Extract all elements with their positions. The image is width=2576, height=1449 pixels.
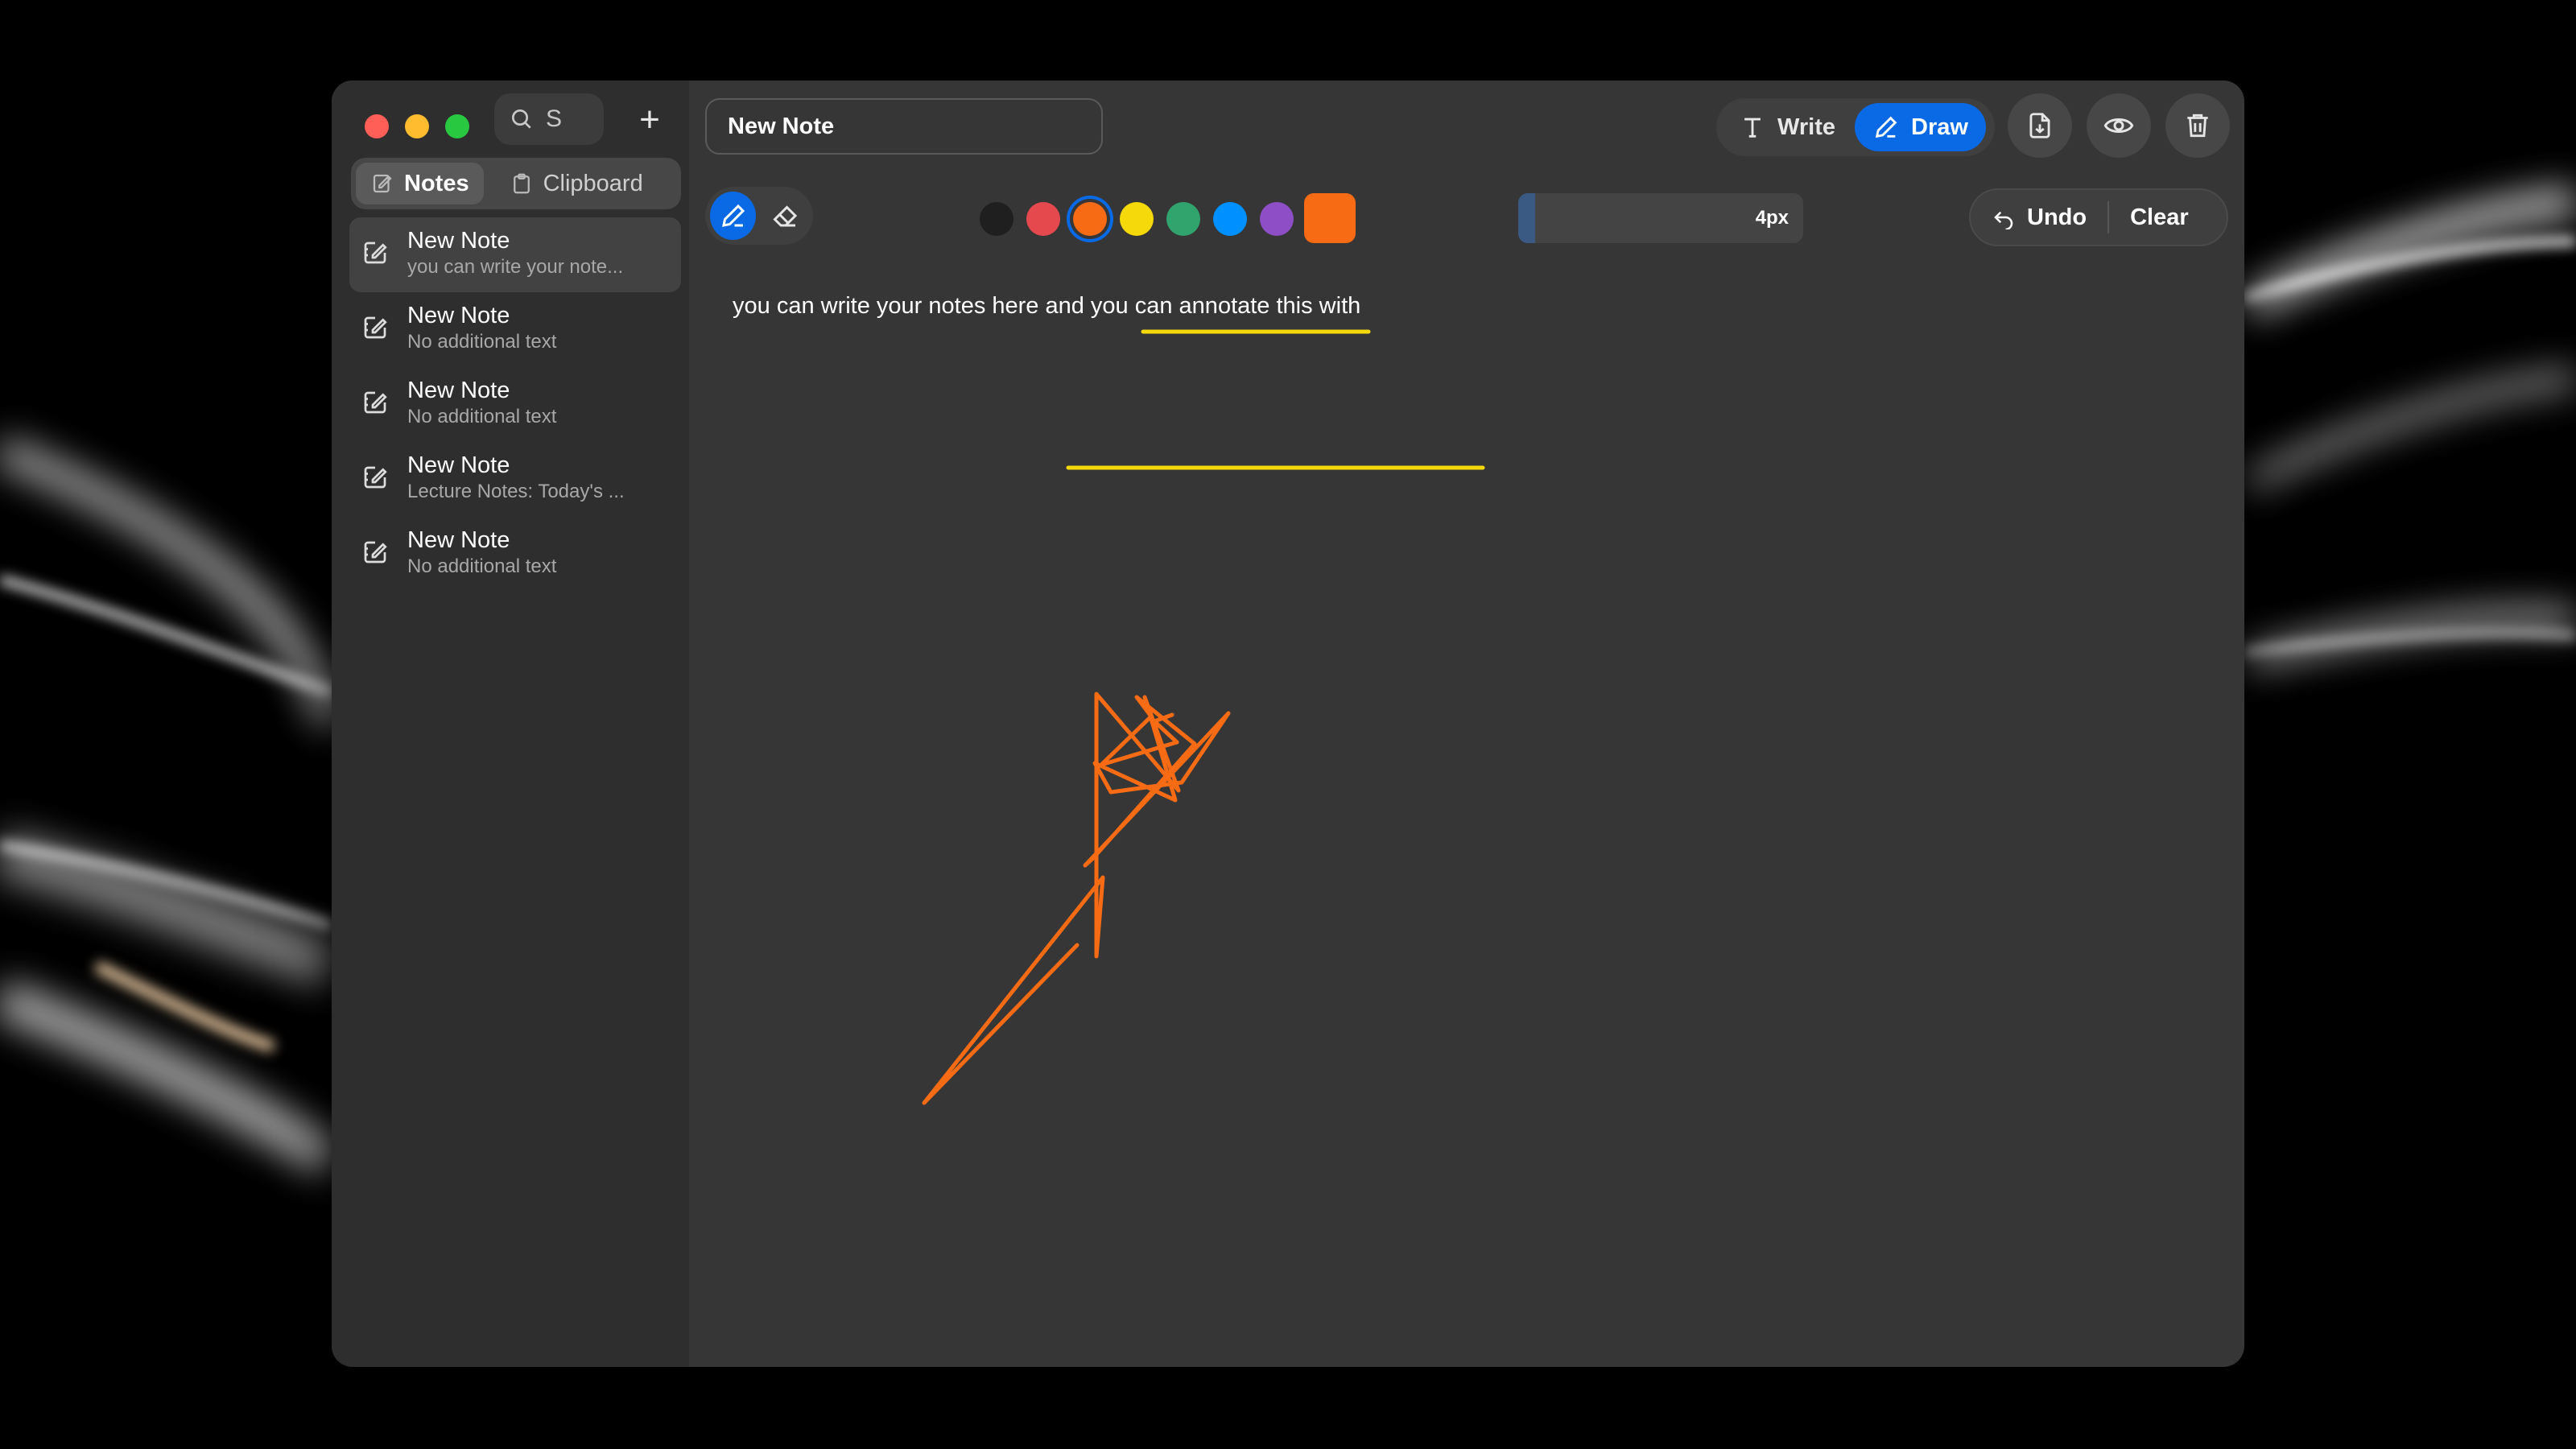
note-icon bbox=[364, 391, 387, 414]
note-preview: No additional text bbox=[407, 555, 557, 577]
color-swatch[interactable] bbox=[1260, 202, 1294, 236]
ink-stroke-scribble bbox=[922, 691, 1231, 1105]
color-swatch[interactable] bbox=[1073, 202, 1107, 236]
draw-mode-button[interactable]: Draw bbox=[1855, 103, 1986, 151]
note-preview: Lecture Notes: Today's ... bbox=[407, 481, 625, 502]
sidebar-tabs: Notes Clipboard bbox=[351, 158, 681, 209]
search-icon bbox=[512, 109, 531, 129]
search-input[interactable]: S bbox=[494, 93, 604, 145]
color-swatch[interactable] bbox=[1166, 202, 1200, 236]
note-title: New Note bbox=[407, 228, 510, 254]
note-body-text[interactable]: you can write your notes here and you ca… bbox=[733, 293, 1360, 320]
close-window-button[interactable] bbox=[365, 114, 389, 138]
note-title: New Note bbox=[407, 378, 510, 403]
undo-button[interactable]: Undo bbox=[1971, 190, 2107, 245]
eraser-tool-button[interactable] bbox=[762, 192, 808, 240]
export-button[interactable] bbox=[2008, 93, 2072, 158]
drawing-tools bbox=[705, 187, 813, 245]
undo-icon bbox=[1994, 211, 2013, 229]
note-icon bbox=[364, 466, 387, 489]
note-title: New Note bbox=[407, 452, 510, 478]
clear-button[interactable]: Clear bbox=[2109, 190, 2210, 245]
clipboard-icon bbox=[513, 173, 530, 194]
list-item[interactable]: New Note No additional text bbox=[349, 292, 681, 367]
note-title: New Note bbox=[407, 303, 510, 328]
draw-mode-label: Draw bbox=[1911, 114, 1968, 140]
color-swatch[interactable] bbox=[1213, 202, 1247, 236]
write-mode-button[interactable]: Write bbox=[1721, 103, 1855, 151]
eraser-icon bbox=[772, 205, 797, 227]
clear-label: Clear bbox=[2130, 204, 2189, 230]
brush-size-label: 4px bbox=[1755, 207, 1789, 229]
text-icon bbox=[1744, 118, 1761, 138]
sidebar: S + Notes Clipboard New Note you can wri… bbox=[332, 80, 689, 1367]
notes-icon bbox=[373, 174, 392, 193]
list-item[interactable]: New Note Lecture Notes: Today's ... bbox=[349, 442, 681, 517]
history-actions: Undo Clear bbox=[1969, 188, 2228, 246]
note-icon bbox=[364, 242, 387, 264]
undo-label: Undo bbox=[2027, 204, 2087, 230]
pen-tool-button[interactable] bbox=[710, 192, 756, 240]
pen-icon bbox=[721, 204, 745, 227]
current-color-preview[interactable] bbox=[1304, 193, 1356, 243]
note-preview: you can write your note... bbox=[407, 256, 624, 278]
pencil-icon bbox=[1875, 116, 1897, 138]
note-title-field[interactable]: New Note bbox=[705, 98, 1103, 155]
note-preview: No additional text bbox=[407, 331, 557, 353]
note-preview: No additional text bbox=[407, 406, 557, 427]
notes-app-window: S + Notes Clipboard New Note you can wri… bbox=[332, 80, 2244, 1367]
write-mode-label: Write bbox=[1777, 114, 1835, 140]
note-list: New Note you can write your note... New … bbox=[349, 217, 681, 592]
add-note-button[interactable]: + bbox=[630, 100, 670, 140]
color-swatch[interactable] bbox=[1120, 202, 1154, 236]
list-item[interactable]: New Note you can write your note... bbox=[349, 217, 681, 292]
list-item[interactable]: New Note No additional text bbox=[349, 367, 681, 442]
export-icon bbox=[2029, 113, 2050, 138]
note-icon bbox=[364, 541, 387, 564]
tab-notes-label: Notes bbox=[404, 170, 469, 196]
note-title: New Note bbox=[407, 527, 510, 553]
eye-icon bbox=[2103, 118, 2134, 133]
mode-switch: Write Draw bbox=[1716, 98, 1995, 156]
minimize-window-button[interactable] bbox=[405, 114, 429, 138]
brush-size-slider[interactable]: 4px bbox=[1518, 193, 1803, 243]
color-swatch[interactable] bbox=[980, 202, 1013, 236]
tab-clipboard-label: Clipboard bbox=[543, 170, 643, 196]
list-item[interactable]: New Note No additional text bbox=[349, 517, 681, 592]
note-icon bbox=[364, 316, 387, 339]
trash-icon bbox=[2187, 114, 2208, 138]
tab-clipboard[interactable]: Clipboard bbox=[495, 163, 658, 204]
search-value: S bbox=[546, 105, 563, 132]
preview-button[interactable] bbox=[2087, 93, 2151, 158]
maximize-window-button[interactable] bbox=[445, 114, 469, 138]
tab-notes[interactable]: Notes bbox=[356, 163, 484, 204]
brush-size-fill bbox=[1518, 193, 1536, 243]
delete-button[interactable] bbox=[2165, 93, 2230, 158]
color-swatch[interactable] bbox=[1026, 202, 1060, 236]
